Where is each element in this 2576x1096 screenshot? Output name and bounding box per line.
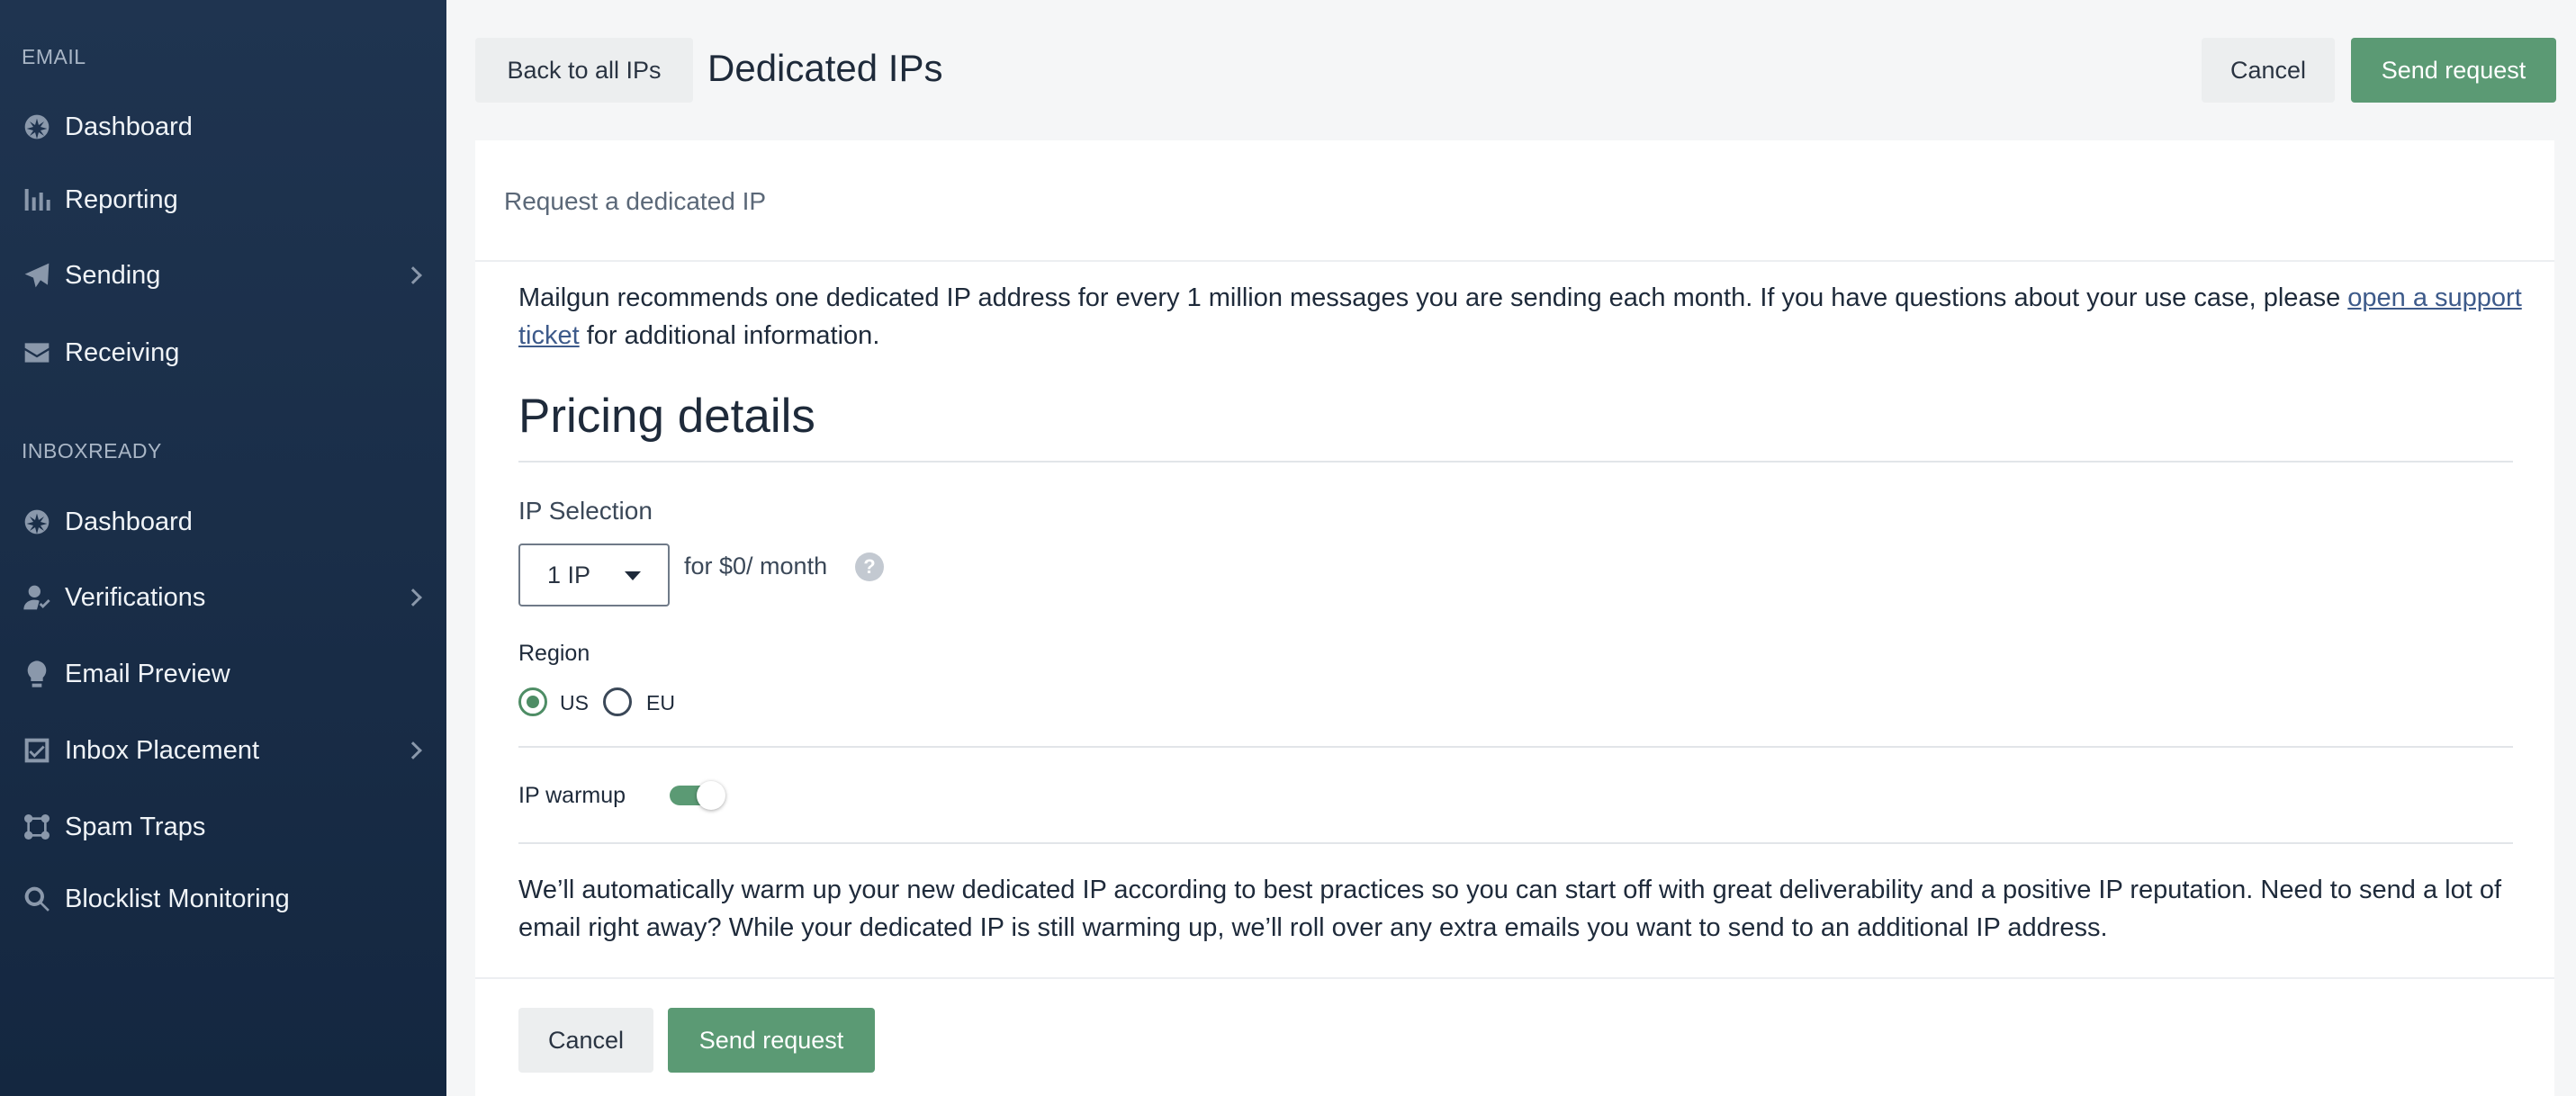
- chevron-right-icon: [404, 266, 422, 284]
- page-title: Dedicated IPs: [707, 47, 943, 89]
- dashboard-icon: [22, 507, 52, 537]
- region-us-radio[interactable]: [518, 687, 547, 716]
- warmup-description: We’ll automatically warm up your new ded…: [518, 876, 2502, 942]
- sidebar-item-email-preview[interactable]: Email Preview: [0, 642, 446, 705]
- user-check-icon: [22, 582, 52, 613]
- price-text: for $0/ month: [684, 552, 828, 579]
- caret-down-icon: [625, 571, 641, 580]
- region-eu-radio[interactable]: [603, 687, 632, 716]
- sidebar-item-label: Verifications: [65, 582, 206, 612]
- sidebar-item-inboxready-dashboard[interactable]: Dashboard: [0, 490, 446, 553]
- sidebar-item-label: Sending: [65, 260, 161, 290]
- region-label: Region: [518, 641, 590, 666]
- sidebar-item-label: Blocklist Monitoring: [65, 884, 290, 913]
- lightbulb-icon: [22, 659, 52, 689]
- dashboard-icon: [22, 112, 52, 142]
- divider: [518, 746, 2513, 748]
- toggle-knob: [697, 781, 725, 810]
- sidebar-item-label: Inbox Placement: [65, 735, 260, 765]
- sidebar-item-reporting[interactable]: Reporting: [0, 168, 446, 231]
- sidebar-item-verifications[interactable]: Verifications: [0, 566, 446, 629]
- section-title-inboxready: INBOXREADY: [22, 439, 162, 463]
- ip-selection-dropdown[interactable]: 1 IP: [518, 544, 670, 606]
- sidebar-item-label: Dashboard: [65, 507, 193, 536]
- paper-plane-icon: [22, 260, 52, 291]
- footer-send-request-button[interactable]: Send request: [668, 1008, 875, 1073]
- intro-text-end: for additional information.: [579, 321, 880, 350]
- chevron-right-icon: [404, 741, 422, 759]
- search-shield-icon: [22, 884, 52, 914]
- intro-paragraph: Mailgun recommends one dedicated IP addr…: [518, 279, 2535, 355]
- divider: [518, 842, 2513, 844]
- network-icon: [22, 812, 52, 842]
- help-icon[interactable]: ?: [855, 552, 884, 581]
- envelope-icon: [22, 337, 52, 368]
- divider: [518, 461, 2513, 463]
- sidebar-item-label: Spam Traps: [65, 812, 206, 841]
- ip-warmup-toggle[interactable]: [670, 781, 725, 810]
- region-eu-label: EU: [646, 691, 675, 714]
- footer-cancel-button[interactable]: Cancel: [518, 1008, 653, 1073]
- header-send-request-button[interactable]: Send request: [2351, 38, 2556, 103]
- region-us-label: US: [560, 691, 589, 714]
- ip-selection-label: IP Selection: [518, 497, 653, 525]
- footer-divider: [475, 977, 2554, 979]
- ip-selection-value: 1 IP: [547, 561, 591, 588]
- checkbox-icon: [22, 735, 52, 766]
- sidebar-item-sending[interactable]: Sending: [0, 244, 446, 307]
- card-title: Request a dedicated IP: [504, 187, 767, 215]
- pricing-details-heading: Pricing details: [518, 390, 815, 443]
- sidebar-item-blocklist-monitoring[interactable]: Blocklist Monitoring: [0, 867, 446, 930]
- sidebar-item-spam-traps[interactable]: Spam Traps: [0, 795, 446, 858]
- sidebar-item-label: Dashboard: [65, 112, 193, 141]
- ip-warmup-label: IP warmup: [518, 783, 626, 808]
- card-header: Request a dedicated IP: [475, 140, 2554, 262]
- request-dedicated-ip-card: Request a dedicated IP Mailgun recommend…: [475, 140, 2554, 1096]
- sidebar-item-label: Email Preview: [65, 659, 230, 688]
- back-to-all-ips-button[interactable]: Back to all IPs: [475, 38, 693, 103]
- sidebar: EMAIL Dashboard Reporting Sending Receiv…: [0, 0, 446, 1096]
- header-cancel-button[interactable]: Cancel: [2202, 38, 2335, 103]
- sidebar-item-inbox-placement[interactable]: Inbox Placement: [0, 719, 446, 782]
- sidebar-item-label: Reporting: [65, 184, 178, 214]
- chevron-right-icon: [404, 588, 422, 606]
- sidebar-item-email-dashboard[interactable]: Dashboard: [0, 95, 446, 158]
- intro-text: Mailgun recommends one dedicated IP addr…: [518, 283, 2348, 312]
- section-title-email: EMAIL: [22, 45, 86, 68]
- sidebar-item-label: Receiving: [65, 337, 180, 367]
- sidebar-item-receiving[interactable]: Receiving: [0, 321, 446, 384]
- bar-chart-icon: [22, 184, 52, 215]
